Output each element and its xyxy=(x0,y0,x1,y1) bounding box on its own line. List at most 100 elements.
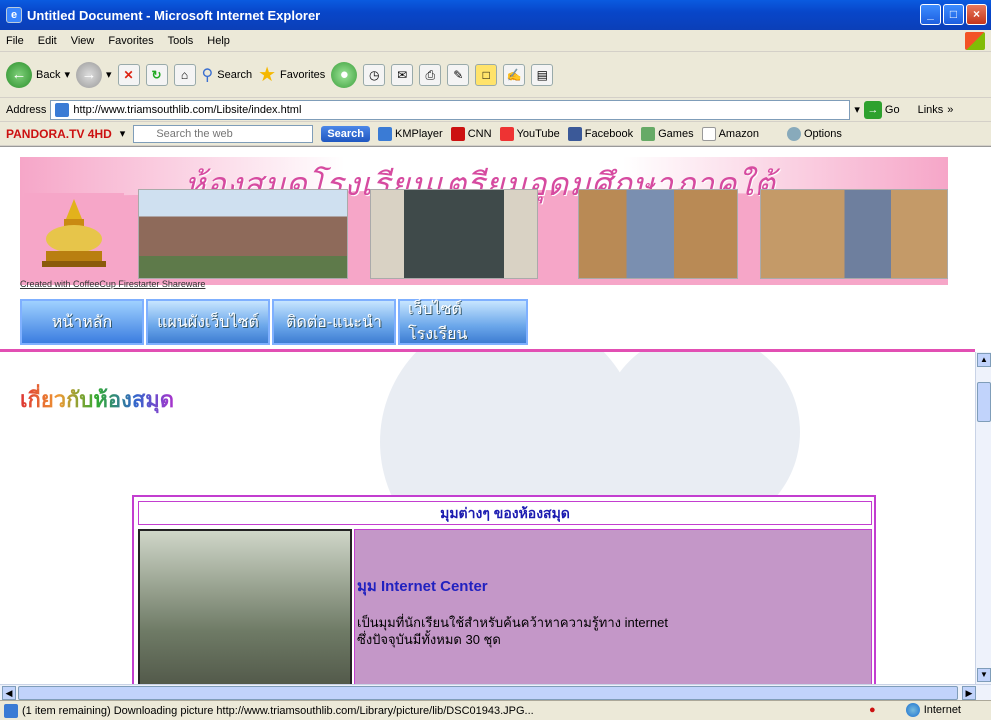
chevron-down-icon[interactable]: ▾ xyxy=(854,103,860,116)
favorites-button[interactable]: ★ Favorites xyxy=(258,62,325,87)
search-label: Search xyxy=(217,68,253,81)
globe-icon xyxy=(905,703,920,717)
amazon-icon xyxy=(701,126,716,141)
forward-arrow-icon: → xyxy=(76,61,102,88)
scroll-left-icon[interactable]: ◀ xyxy=(2,686,16,700)
links-label[interactable]: Links xyxy=(918,104,944,116)
links-toolbar: PANDORA.TV 4HD ▾ Search KMPlayer CNN You… xyxy=(0,122,991,146)
games-link[interactable]: Games xyxy=(641,126,694,141)
minimize-button[interactable]: _ xyxy=(920,4,941,25)
chevron-down-icon[interactable]: ▾ xyxy=(64,68,70,81)
chevron-down-icon[interactable]: ▾ xyxy=(106,68,112,81)
nav-contact[interactable]: ติดต่อ-แนะนำ xyxy=(272,299,396,345)
site-nav: หน้าหลัก แผนผังเว็บไซต์ ติดต่อ-แนะนำ เว็… xyxy=(20,299,530,345)
forward-button[interactable]: → ▾ xyxy=(76,61,112,88)
menu-tools[interactable]: Tools xyxy=(168,35,194,47)
banner-photo-building xyxy=(138,189,348,279)
window-title: Untitled Document - Microsoft Internet E… xyxy=(27,7,321,23)
discuss-icon[interactable]: □ xyxy=(475,63,498,86)
banner-area: ห้องสมุดโรงเรียนเตรียมอุดมศึกษาภาคใต้ Cr… xyxy=(0,147,975,351)
cnn-label: CNN xyxy=(467,127,492,140)
desc-line-2: ซึ่งปัจจุบันมีทั้งหมด 30 ชุด xyxy=(357,632,501,647)
close-button[interactable]: × xyxy=(966,4,987,25)
cnn-link[interactable]: CNN xyxy=(450,126,492,141)
chevron-down-icon[interactable]: ▾ xyxy=(120,127,126,140)
home-icon[interactable]: ⌂ xyxy=(173,63,196,86)
nav-sitemap[interactable]: แผนผังเว็บไซต์ xyxy=(146,299,270,345)
desc-line-1: เป็นมุมที่นักเรียนใช้สำหรับค้นคว้าหาความ… xyxy=(357,615,668,630)
status-text: (1 item remaining) Downloading picture h… xyxy=(22,704,534,717)
address-input[interactable]: http://www.triamsouthlib.com/Libsite/ind… xyxy=(50,99,851,120)
youtube-link[interactable]: YouTube xyxy=(499,126,560,141)
page-loading-icon xyxy=(4,703,18,718)
scroll-down-icon[interactable]: ▼ xyxy=(977,668,991,682)
nav-home[interactable]: หน้าหลัก xyxy=(20,299,144,345)
kmplayer-icon xyxy=(378,126,393,141)
facebook-icon xyxy=(567,126,582,141)
facebook-link[interactable]: Facebook xyxy=(567,126,634,141)
created-with-note[interactable]: Created with CoffeeCup Firestarter Share… xyxy=(20,279,205,289)
vertical-scrollbar[interactable]: ▲ ▼ xyxy=(975,352,991,684)
internet-center-photo xyxy=(138,529,352,684)
amazon-link[interactable]: Amazon xyxy=(701,126,759,141)
horizontal-scrollbar[interactable]: ◀ ▶ xyxy=(0,684,991,700)
menu-edit[interactable]: Edit xyxy=(38,35,57,47)
research-icon[interactable]: ▤ xyxy=(531,63,554,86)
scroll-thumb[interactable] xyxy=(977,382,991,422)
menu-help[interactable]: Help xyxy=(207,35,230,47)
history-icon[interactable]: ◷ xyxy=(363,63,386,86)
scroll-right-icon[interactable]: ▶ xyxy=(962,686,976,700)
standard-toolbar: ← Back ▾ → ▾ ✕ ↻ ⌂ ⚲ Search ★ Favorites … xyxy=(0,52,991,98)
menu-file[interactable]: File xyxy=(6,35,24,47)
favorites-label: Favorites xyxy=(280,68,326,81)
media-icon[interactable]: ● xyxy=(331,61,358,88)
go-label: Go xyxy=(884,103,900,116)
back-button[interactable]: ← Back ▾ xyxy=(6,61,70,88)
horizontal-scroll-thumb[interactable] xyxy=(18,686,958,700)
amazon-label: Amazon xyxy=(718,127,759,140)
options-link[interactable]: Options xyxy=(786,126,842,141)
chevron-right-icon[interactable]: » xyxy=(947,104,953,116)
options-label: Options xyxy=(803,127,842,140)
messenger-icon[interactable]: ✍ xyxy=(503,63,526,86)
menu-favorites[interactable]: Favorites xyxy=(108,35,153,47)
cnn-icon xyxy=(450,126,465,141)
main-section: เกี่ยวกับห้องสมุด มุมต่างๆ ของห้องสมุด ม… xyxy=(0,352,975,684)
menu-view[interactable]: View xyxy=(71,35,95,47)
print-icon[interactable]: ⎙ xyxy=(419,63,442,86)
address-url: http://www.triamsouthlib.com/Libsite/ind… xyxy=(73,103,302,116)
maximize-button[interactable]: □ xyxy=(943,4,964,25)
edit-icon[interactable]: ✎ xyxy=(447,63,470,86)
games-icon xyxy=(641,126,656,141)
go-arrow-icon: → xyxy=(863,100,882,119)
refresh-icon[interactable]: ↻ xyxy=(145,63,168,86)
title-bar: e Untitled Document - Microsoft Internet… xyxy=(0,0,991,30)
kmplayer-link[interactable]: KMPlayer xyxy=(378,126,443,141)
mail-icon[interactable]: ✉ xyxy=(391,63,414,86)
ie-app-icon: e xyxy=(6,7,22,23)
youtube-icon xyxy=(499,126,514,141)
security-zone: ● Internet xyxy=(869,703,961,717)
search-ask-button[interactable]: Search xyxy=(321,125,371,142)
nav-school-website[interactable]: เว็บไซต์โรงเรียน xyxy=(398,299,528,345)
search-web-input[interactable] xyxy=(133,124,314,143)
corner-description: เป็นมุมที่นักเรียนใช้สำหรับค้นคว้าหาความ… xyxy=(357,614,668,648)
banner-photo-shelves-2 xyxy=(760,189,948,279)
windows-logo-icon xyxy=(965,32,985,50)
options-icon xyxy=(786,126,801,141)
window-controls: _ □ × xyxy=(920,4,987,25)
search-button[interactable]: ⚲ Search xyxy=(202,65,253,85)
page-icon xyxy=(55,102,70,117)
banner-photo-entrance xyxy=(370,189,538,279)
back-label: Back xyxy=(36,68,61,81)
box-title: มุมต่างๆ ของห้องสมุด xyxy=(138,501,872,525)
facebook-label: Facebook xyxy=(584,127,634,140)
pandora-brand[interactable]: PANDORA.TV 4HD xyxy=(6,127,112,141)
school-crest-logo xyxy=(24,193,124,273)
go-button[interactable]: → Go xyxy=(863,100,900,119)
section-heading: เกี่ยวกับห้องสมุด xyxy=(20,382,174,417)
back-arrow-icon: ← xyxy=(6,61,32,88)
banner-photo-shelves-1 xyxy=(578,189,738,279)
scroll-up-icon[interactable]: ▲ xyxy=(977,353,991,367)
stop-icon[interactable]: ✕ xyxy=(117,63,140,86)
